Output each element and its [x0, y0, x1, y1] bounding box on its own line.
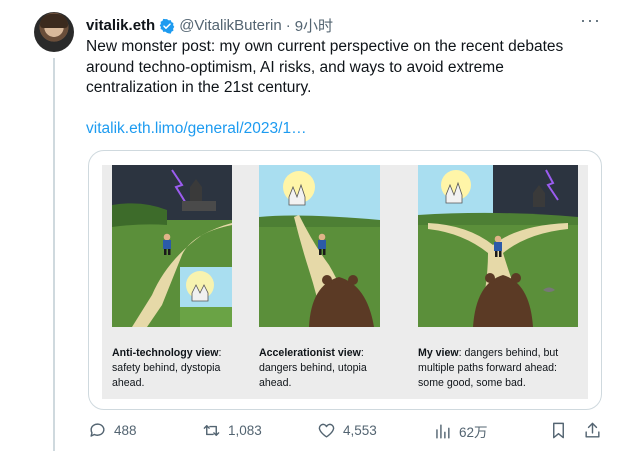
caption-body: ahead. — [259, 377, 292, 389]
caption-title: Accelerationist view — [259, 347, 361, 359]
views-chart-icon — [436, 423, 450, 439]
caption-body: some good, some bad. — [418, 377, 526, 389]
panel-accelerationist — [259, 165, 380, 327]
caption-accelerationist: Accelerationist view: dangers behind, ut… — [259, 347, 367, 389]
caption-title: Anti-technology view — [112, 347, 219, 359]
retweet-button[interactable]: 1,083 — [202, 421, 262, 440]
tweet-text: New monster post: my own current perspec… — [86, 38, 564, 96]
reply-count: 488 — [114, 423, 137, 438]
panel-my-view — [418, 165, 578, 327]
comic-image: Anti-technology view: safety behind, dys… — [102, 165, 588, 399]
share-button[interactable] — [583, 421, 602, 440]
caption-body: multiple paths forward ahead: — [418, 362, 557, 374]
share-icon — [585, 422, 600, 438]
bookmark-icon — [553, 422, 564, 439]
separator-dot: · — [285, 17, 291, 34]
caption-body: dangers behind, but — [464, 347, 559, 359]
views-button[interactable]: 62万 — [433, 421, 488, 441]
timestamp[interactable]: 9小时 — [295, 15, 333, 36]
caption-body: dangers behind, utopia — [259, 362, 367, 374]
bookmark-button[interactable] — [549, 421, 568, 440]
heart-icon — [318, 423, 335, 438]
like-button[interactable]: 4,553 — [317, 421, 377, 440]
image-card[interactable]: Anti-technology view: safety behind, dys… — [88, 150, 602, 410]
caption-title: My view — [418, 347, 459, 359]
thread-line — [53, 58, 55, 451]
like-count: 4,553 — [343, 423, 377, 438]
action-bar: 488 1,083 4,553 62万 — [86, 421, 606, 445]
avatar[interactable] — [34, 12, 74, 52]
caption-anti-technology: Anti-technology view: safety behind, dys… — [112, 347, 222, 389]
verified-badge-icon[interactable] — [159, 18, 175, 34]
author-name[interactable]: vitalik.eth — [86, 17, 155, 34]
retweet-count: 1,083 — [228, 423, 262, 438]
retweet-icon — [203, 425, 220, 436]
panel-anti-technology — [112, 165, 232, 327]
tweet-header: vitalik.eth @VitalikButerin · 9小时 — [86, 15, 333, 36]
caption-my-view: My view: dangers behind, but multiple pa… — [418, 347, 559, 389]
more-dots-icon[interactable]: ··· — [580, 11, 600, 34]
reply-button[interactable]: 488 — [88, 421, 137, 440]
caption-body: ahead. — [112, 377, 145, 389]
tweet-link[interactable]: vitalik.eth.limo/general/2023/1… — [86, 120, 307, 138]
reply-icon — [90, 423, 105, 437]
author-handle[interactable]: @VitalikButerin — [179, 17, 282, 34]
views-count: 62万 — [459, 425, 488, 440]
caption-body: safety behind, dystopia — [112, 362, 221, 374]
